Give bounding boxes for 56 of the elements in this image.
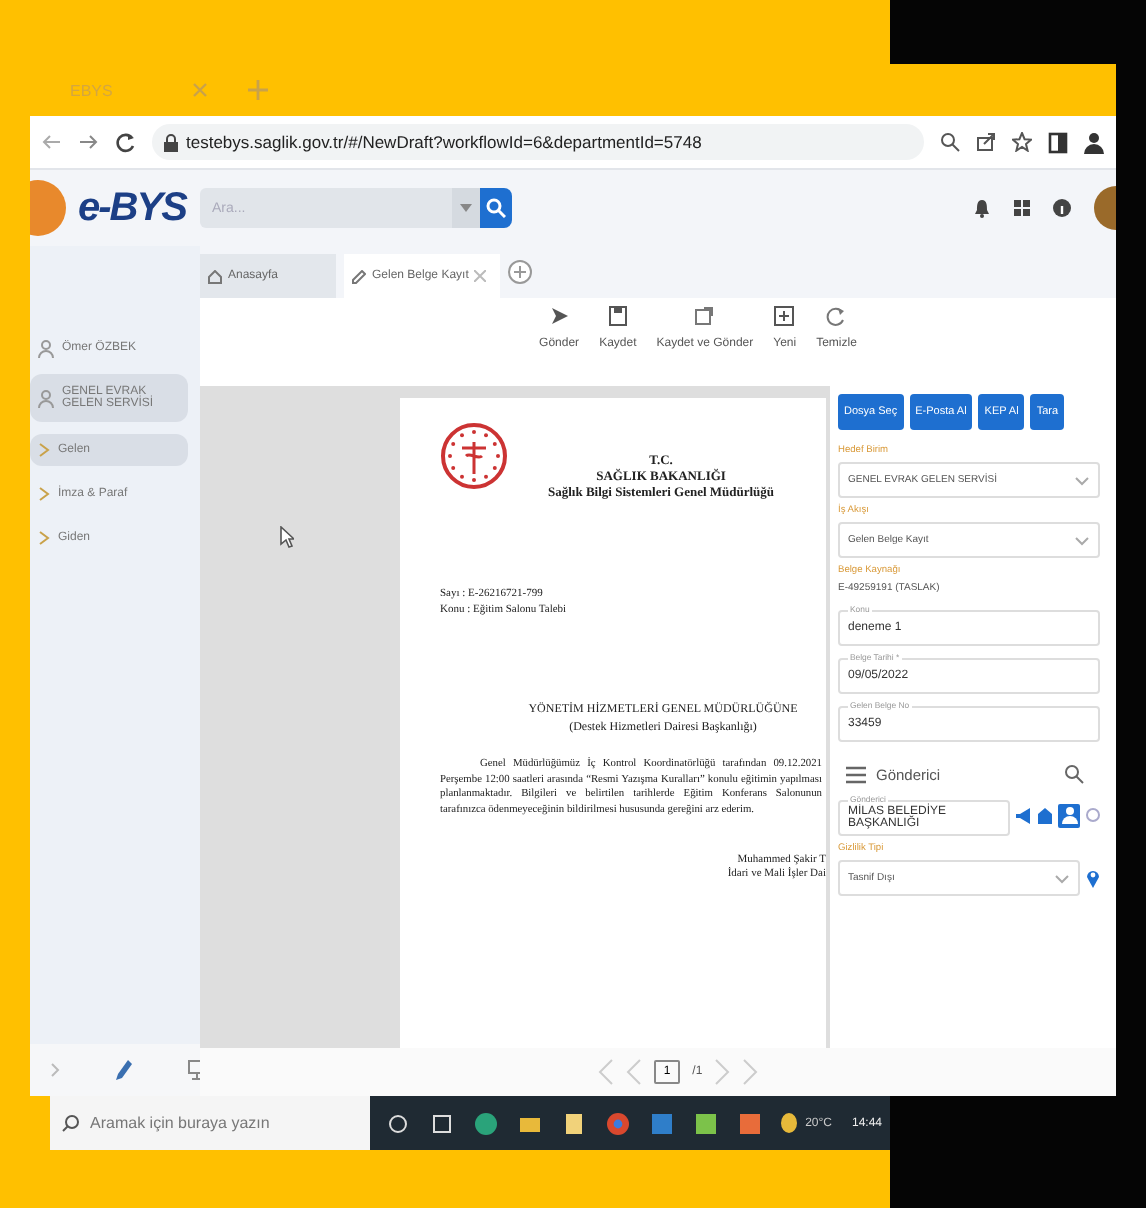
pen-icon[interactable]	[116, 1060, 132, 1080]
share-icon[interactable]	[976, 132, 996, 152]
chevron-down-icon	[1074, 535, 1090, 545]
megaphone-icon[interactable]	[1016, 807, 1032, 823]
slides-icon[interactable]	[738, 1111, 762, 1135]
search-icon	[62, 1114, 80, 1132]
chevron-right-icon	[38, 442, 50, 458]
send-icon	[549, 306, 570, 326]
add-tab-icon[interactable]	[508, 260, 532, 284]
search-icon	[486, 198, 506, 218]
search-icon[interactable]	[1064, 764, 1084, 784]
star-icon[interactable]	[1012, 132, 1032, 152]
bell-icon[interactable]	[972, 198, 992, 218]
person-button[interactable]	[1058, 803, 1080, 827]
chevron-right-icon	[38, 486, 50, 502]
tab-title: EBYS	[70, 81, 113, 99]
search-button[interactable]	[480, 188, 512, 228]
edit-icon	[352, 269, 366, 283]
spreadsheet-icon[interactable]	[694, 1111, 718, 1135]
document-icon[interactable]	[562, 1111, 586, 1135]
refresh-icon	[826, 306, 847, 326]
menu-icon	[846, 765, 866, 783]
app-logo: e-BYS	[78, 185, 186, 231]
person-icon	[1061, 806, 1077, 824]
info-icon[interactable]	[1052, 198, 1072, 218]
globe-icon[interactable]	[474, 1111, 498, 1135]
weather-icon	[779, 1112, 798, 1134]
home-icon	[208, 269, 222, 283]
side-panel-icon[interactable]	[1048, 131, 1068, 153]
dropdown-button[interactable]	[452, 188, 480, 228]
mouse-cursor-icon	[280, 526, 294, 548]
user-icon	[38, 389, 54, 407]
app-icon[interactable]	[650, 1111, 674, 1135]
lock-icon	[164, 133, 178, 151]
save-icon	[607, 306, 628, 326]
reload-icon[interactable]	[114, 131, 136, 153]
user-icon	[38, 339, 54, 357]
save-send-icon	[694, 306, 715, 326]
chevron-down-icon	[1054, 873, 1070, 883]
plus-square-icon	[774, 306, 795, 326]
window-icon[interactable]	[430, 1111, 454, 1135]
map-pin-icon[interactable]	[1086, 868, 1100, 888]
chevron-down-icon	[1074, 475, 1090, 485]
grid-icon[interactable]	[1012, 198, 1032, 218]
avatar-icon[interactable]	[1088, 186, 1116, 230]
forward-arrow-icon[interactable]	[78, 132, 98, 152]
zoom-icon[interactable]	[940, 132, 960, 152]
taskbar-search[interactable]: Aramak için buraya yazın	[50, 1096, 370, 1150]
address-bar[interactable]: testebys.saglik.gov.tr/#/NewDraft?workflowId=6&departmentId=5748	[152, 124, 924, 160]
building-icon[interactable]	[1038, 807, 1052, 823]
ministry-emblem-icon	[440, 422, 508, 490]
task-view-icon[interactable]	[386, 1111, 410, 1135]
chevron-right-icon	[38, 530, 50, 546]
browser-icon[interactable]	[606, 1111, 630, 1135]
profile-icon[interactable]	[1084, 131, 1104, 153]
caret-icon	[460, 204, 472, 212]
